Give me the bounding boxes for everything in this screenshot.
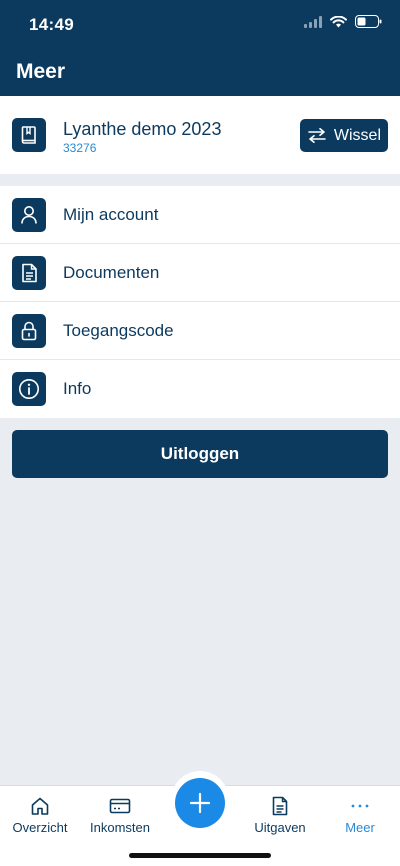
status-time: 14:49 — [29, 15, 74, 34]
page-title: Meer — [16, 60, 66, 83]
signal-icon — [304, 15, 322, 28]
home-indicator — [129, 853, 271, 858]
lock-icon — [12, 314, 46, 348]
tab-label-more: Meer — [345, 820, 375, 835]
menu-label-documents: Documenten — [63, 263, 160, 282]
switch-label: Wissel — [333, 126, 381, 144]
tab-more[interactable]: Meer — [320, 796, 400, 835]
tab-expenses[interactable]: Uitgaven — [240, 796, 320, 835]
plus-icon — [189, 792, 211, 814]
document-icon — [12, 256, 46, 290]
battery-icon — [355, 15, 382, 28]
status-icons — [304, 15, 382, 28]
card-icon — [109, 798, 131, 814]
company-id: 33276 — [63, 141, 97, 155]
menu-item-info[interactable]: Info — [0, 360, 400, 418]
menu-list: Mijn account Documenten Toegangscode Inf… — [0, 186, 400, 418]
book-icon — [12, 118, 46, 152]
tab-overview[interactable]: Overzicht — [0, 796, 80, 835]
switch-button[interactable]: Wissel — [300, 119, 388, 152]
tab-label-overview: Overzicht — [12, 820, 68, 835]
add-button[interactable] — [175, 778, 225, 828]
swap-arrows-icon — [308, 128, 326, 143]
home-icon — [31, 797, 49, 815]
top-bar: 14:49 Meer — [0, 0, 400, 96]
tab-label-expenses: Uitgaven — [254, 820, 306, 835]
logout-button[interactable]: Uitloggen — [12, 430, 388, 478]
menu-item-access-code[interactable]: Toegangscode — [0, 302, 400, 360]
tab-label-income: Inkomsten — [90, 820, 150, 835]
wifi-icon — [330, 15, 347, 27]
company-name: Lyanthe demo 2023 — [63, 119, 222, 139]
menu-label-account: Mijn account — [63, 205, 159, 224]
menu-item-documents[interactable]: Documenten — [0, 244, 400, 302]
person-icon — [12, 198, 46, 232]
menu-label-info: Info — [63, 379, 92, 398]
menu-label-access-code: Toegangscode — [63, 321, 174, 340]
receipt-icon — [272, 796, 288, 816]
tab-income[interactable]: Inkomsten — [80, 796, 160, 835]
menu-item-account[interactable]: Mijn account — [0, 186, 400, 244]
info-icon — [12, 372, 46, 406]
more-icon — [351, 804, 369, 808]
